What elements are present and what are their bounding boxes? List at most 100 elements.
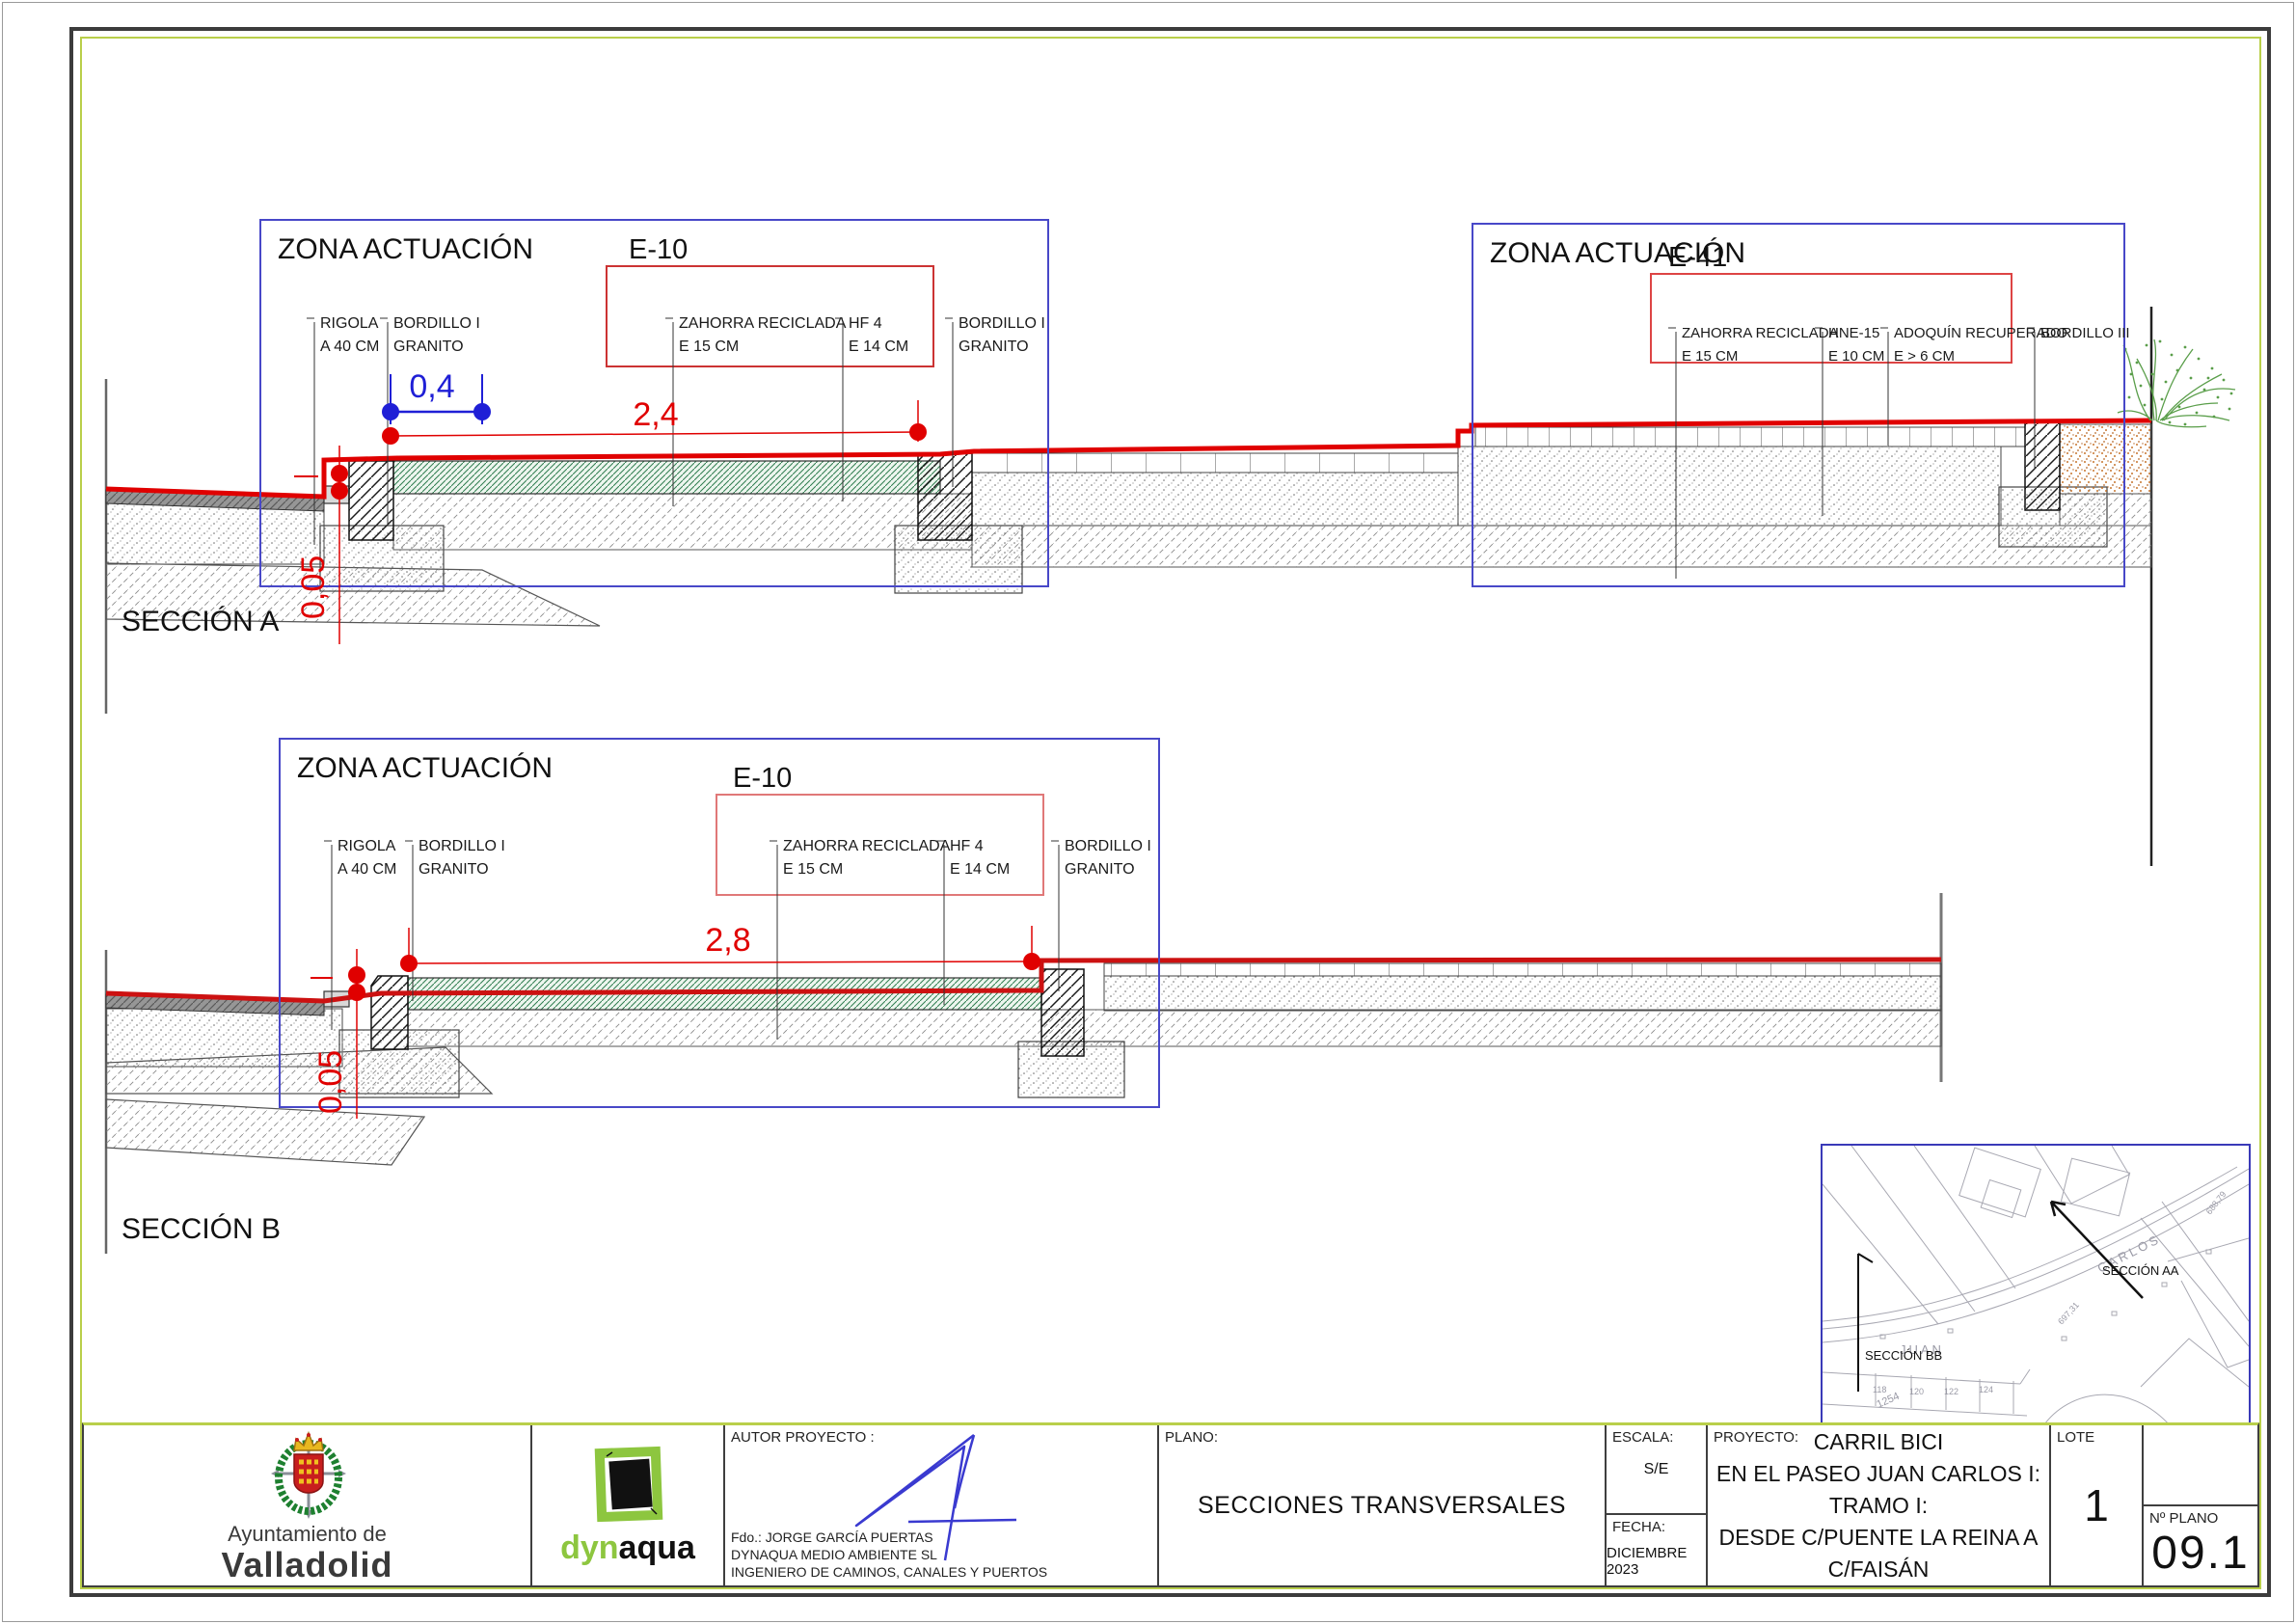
- subgrade-wedge-b2: [106, 1099, 424, 1165]
- escala-cell: ESCALA: S/E: [1607, 1425, 1706, 1515]
- svg-text:BORDILLO III: BORDILLO III: [2040, 325, 2130, 341]
- soil-subbase: [2060, 494, 2151, 526]
- svg-text:GRANITO: GRANITO: [393, 338, 464, 355]
- location-map: JUAN CARLOS 118 120 122 124 1254 697,31 …: [1821, 1144, 2251, 1429]
- escala-value: S/E: [1607, 1425, 1706, 1513]
- section-b-title: SECCIÓN B: [122, 1213, 281, 1245]
- right-curb-b: [1041, 969, 1084, 1056]
- section-bb-line: [1858, 1254, 1873, 1392]
- lote-value: 1: [2084, 1479, 2109, 1531]
- svg-text:2,8: 2,8: [705, 922, 750, 959]
- plan-sheet: ZONA ACTUACIÓN ZONA ACTUACIÓN E-10 E-41 …: [0, 0, 2296, 1624]
- author-line1: Fdo.: JORGE GARCÍA PUERTAS: [731, 1529, 1047, 1546]
- map-drawing: JUAN CARLOS 118 120 122 124 1254 697,31 …: [1823, 1146, 2249, 1427]
- svg-text:ZAHORRA RECICLADA: ZAHORRA RECICLADA: [679, 315, 847, 332]
- author-lines: Fdo.: JORGE GARCÍA PUERTAS DYNAQUA MEDIO…: [731, 1529, 1047, 1581]
- soil-area: [2060, 424, 2151, 494]
- detail-label-e10-b: E-10: [733, 763, 792, 794]
- bike-lane-subbase: [393, 494, 972, 550]
- zona-label-a-left: ZONA ACTUACIÓN: [278, 233, 533, 265]
- detail-label-e10-a: E-10: [629, 234, 688, 265]
- svg-text:GRANITO: GRANITO: [1065, 861, 1135, 878]
- sidewalk-tiles-b: [1104, 963, 1941, 976]
- dim-red-24: 2,4: [382, 396, 927, 445]
- sidewalk-base-b: [1104, 976, 1941, 1011]
- sidewalk-tiles: [972, 453, 1458, 473]
- svg-text:BORDILLO I: BORDILLO I: [419, 838, 505, 854]
- zahorra-layer: [393, 461, 940, 494]
- proyecto-line1: CARRIL BICI: [1708, 1426, 2049, 1458]
- cell-proyecto: PROYECTO: CARRIL BICI EN EL PASEO JUAN C…: [1708, 1425, 2051, 1585]
- svg-text:E 15 CM: E 15 CM: [1682, 348, 1738, 365]
- author-line2: DYNAQUA MEDIO AMBIENTE SL: [731, 1546, 1047, 1563]
- svg-text:GRANITO: GRANITO: [959, 338, 1029, 355]
- dim-blue-04: 0,4: [382, 368, 491, 424]
- old-road-base: [106, 501, 324, 564]
- map-section-markers: SECCIÓN BB SECCIÓN AA: [1858, 1202, 2179, 1392]
- svg-text:E 10 CM: E 10 CM: [1828, 348, 1884, 365]
- subbase-b: [408, 1010, 1941, 1046]
- left-curb: [349, 461, 393, 540]
- author-line3: INGENIERO DE CAMINOS, CANALES Y PUERTOS: [731, 1563, 1047, 1581]
- dynaqua-wordmark: dynaqua: [560, 1529, 695, 1567]
- svg-text:RIGOLA: RIGOLA: [320, 315, 379, 332]
- proyecto-line2: EN EL PASEO JUAN CARLOS I: TRAMO I:: [1708, 1458, 2049, 1522]
- svg-text:120: 120: [1909, 1387, 1924, 1396]
- fecha-cell: FECHA: DICIEMBRE 2023: [1607, 1515, 1706, 1585]
- bordillo3-curb: [2025, 421, 2060, 510]
- proyecto-line3: DESDE C/PUENTE LA REINA A C/FAISÁN: [1708, 1522, 2049, 1585]
- elevation-1: 697,31: [2056, 1300, 2081, 1326]
- svg-text:124: 124: [1979, 1385, 1993, 1394]
- section-b: ZONA ACTUACIÓN E-10 RIGOLA A 40 CM BORDIL…: [106, 739, 1941, 1254]
- detail-label-e41: E-41: [1668, 242, 1727, 273]
- svg-text:A 40 CM: A 40 CM: [320, 338, 379, 355]
- svg-text:E 15 CM: E 15 CM: [679, 338, 739, 355]
- svg-text:0,05: 0,05: [312, 1050, 349, 1114]
- right-curb: [918, 453, 972, 540]
- left-curb-b: [371, 976, 408, 1049]
- cell-nplano: Nº PLANO 09.1: [2144, 1425, 2257, 1585]
- valladolid-crest: [254, 1425, 362, 1520]
- svg-text:122: 122: [1944, 1387, 1958, 1396]
- sidewalk-base: [972, 473, 1458, 526]
- cell-lote: LOTE 1: [2051, 1425, 2144, 1585]
- section-a-title: SECCIÓN A: [122, 606, 279, 637]
- sidewalk-subbase: [972, 526, 2151, 567]
- cell-plano: PLANO: SECCIONES TRANSVERSALES: [1159, 1425, 1607, 1585]
- map-labels: JUAN CARLOS 118 120 122 124 1254 697,31 …: [1873, 1189, 2228, 1410]
- svg-text:RIGOLA: RIGOLA: [338, 838, 396, 854]
- cell-municipality: Ayuntamiento de Valladolid: [84, 1425, 532, 1585]
- svg-text:HF 4: HF 4: [849, 315, 882, 332]
- plano-title: SECCIONES TRANSVERSALES: [1198, 1492, 1566, 1520]
- municipality-line1: Ayuntamiento de: [228, 1522, 387, 1547]
- svg-text:BORDILLO I: BORDILLO I: [1065, 838, 1151, 854]
- svg-text:BORDILLO I: BORDILLO I: [959, 315, 1045, 332]
- section-aa-label: SECCIÓN AA: [2102, 1263, 2179, 1278]
- zona-label-b: ZONA ACTUACIÓN: [297, 752, 553, 784]
- svg-text:HNE-15: HNE-15: [1828, 325, 1879, 341]
- svg-text:E 14 CM: E 14 CM: [950, 861, 1010, 878]
- svg-text:A 40 CM: A 40 CM: [338, 861, 396, 878]
- plant: [2118, 339, 2235, 427]
- nplano-cell: Nº PLANO 09.1: [2144, 1506, 2257, 1585]
- svg-text:E 14 CM: E 14 CM: [849, 338, 908, 355]
- adoquin-tiles: [1475, 427, 2025, 447]
- fecha-value: DICIEMBRE 2023: [1607, 1515, 1706, 1585]
- dynaqua-logo: [587, 1445, 668, 1528]
- adoquin-base: [1458, 447, 2001, 526]
- svg-text:GRANITO: GRANITO: [419, 861, 489, 878]
- svg-text:2,4: 2,4: [633, 396, 678, 433]
- svg-text:ZAHORRA RECICLADA: ZAHORRA RECICLADA: [783, 838, 951, 854]
- nplano-value: 09.1: [2151, 1527, 2249, 1580]
- svg-text:0,4: 0,4: [409, 368, 454, 405]
- svg-text:E 15 CM: E 15 CM: [783, 861, 843, 878]
- svg-text:118: 118: [1873, 1385, 1886, 1394]
- cell-dynaqua: dynaqua: [532, 1425, 725, 1585]
- svg-text:BORDILLO I: BORDILLO I: [393, 315, 480, 332]
- elevation-2: 688,79: [2204, 1189, 2228, 1216]
- nplano-empty-cell: [2144, 1425, 2257, 1506]
- section-bb-label: SECCIÓN BB: [1865, 1348, 1942, 1363]
- svg-text:HF 4: HF 4: [950, 838, 984, 854]
- municipality-line2: Valladolid: [221, 1545, 392, 1585]
- cell-author: AUTOR PROYECTO : Fdo.: JORGE GARCÍA PUER…: [725, 1425, 1159, 1585]
